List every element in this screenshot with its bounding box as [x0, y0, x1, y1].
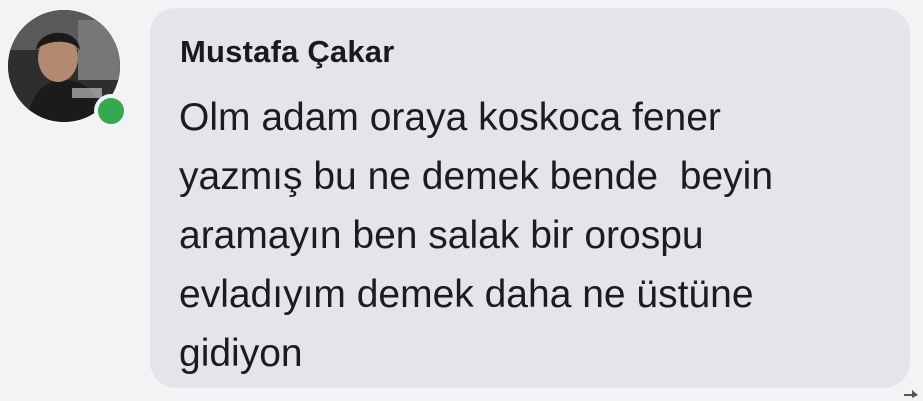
comment-line: Olm adam oraya koskoca fener: [179, 96, 721, 139]
comment-text: Olm adam oraya koskoca fener yazmış bu n…: [179, 88, 899, 383]
author-name[interactable]: Mustafa Çakar: [180, 34, 395, 70]
comment-line: gidiyon: [179, 332, 303, 375]
avatar-container[interactable]: [8, 10, 128, 128]
comment-line: yazmış bu ne demek bende beyin: [179, 155, 774, 198]
comment-line: aramayın ben salak bir orospu: [179, 214, 704, 257]
online-status-icon: [94, 94, 128, 128]
arrow-icon: [904, 390, 918, 398]
comment-line: evladıyım demek daha ne üstüne: [179, 273, 754, 316]
comment-bubble: Mustafa Çakar Olm adam oraya koskoca fen…: [150, 8, 910, 388]
